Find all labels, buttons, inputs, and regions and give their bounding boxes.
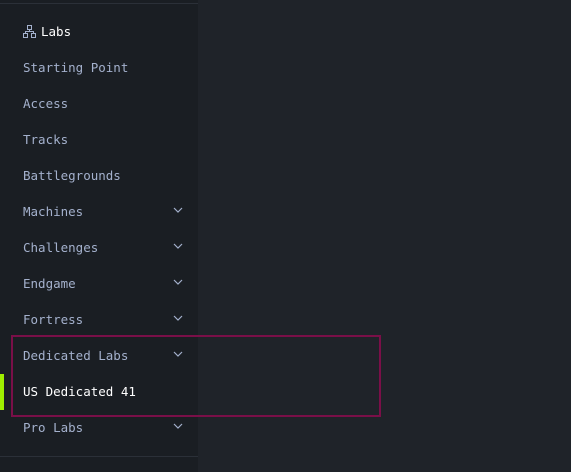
sidebar-item-label: Machines <box>23 203 84 219</box>
chevron-down-icon <box>173 351 183 357</box>
sidebar-divider-bottom <box>0 456 198 457</box>
sidebar-item-label: Fortress <box>23 311 84 327</box>
sidebar-item-fortress[interactable]: Fortress <box>0 301 198 337</box>
sidebar-header-labs[interactable]: Labs <box>0 13 198 49</box>
chevron-down-icon <box>173 423 183 429</box>
sidebar-item-starting-point[interactable]: Starting Point <box>0 49 198 85</box>
chevron-down-icon <box>173 279 183 285</box>
sidebar-item-us-dedicated-41[interactable]: US Dedicated 41 <box>0 373 198 409</box>
sidebar-item-machines[interactable]: Machines <box>0 193 198 229</box>
sidebar-item-label: Tracks <box>23 131 69 147</box>
sidebar-header-label: Labs <box>41 23 72 39</box>
sidebar-item-label: US Dedicated 41 <box>23 383 136 399</box>
sidebar-item-battlegrounds[interactable]: Battlegrounds <box>0 157 198 193</box>
sidebar-item-access[interactable]: Access <box>0 85 198 121</box>
sidebar-item-label: Starting Point <box>23 59 129 75</box>
sidebar-item-label: Challenges <box>23 239 99 255</box>
sidebar-item-dedicated-labs[interactable]: Dedicated Labs <box>0 337 198 373</box>
sidebar-item-tracks[interactable]: Tracks <box>0 121 198 157</box>
chevron-down-icon <box>173 243 183 249</box>
sidebar-item-label: Dedicated Labs <box>23 347 129 363</box>
sidebar-item-label: Endgame <box>23 275 76 291</box>
sidebar-item-label: Pro Labs <box>23 419 84 435</box>
chevron-down-icon <box>173 207 183 213</box>
sidebar-item-label: Access <box>23 95 69 111</box>
sidebar-item-label: Battlegrounds <box>23 167 121 183</box>
chevron-down-icon <box>173 315 183 321</box>
sidebar-item-challenges[interactable]: Challenges <box>0 229 198 265</box>
sidebar: Labs Starting Point Access Tracks Battle… <box>0 0 198 472</box>
sidebar-item-pro-labs[interactable]: Pro Labs <box>0 409 198 445</box>
sidebar-item-endgame[interactable]: Endgame <box>0 265 198 301</box>
sidebar-divider-top <box>0 3 198 4</box>
labs-network-icon <box>23 24 36 38</box>
